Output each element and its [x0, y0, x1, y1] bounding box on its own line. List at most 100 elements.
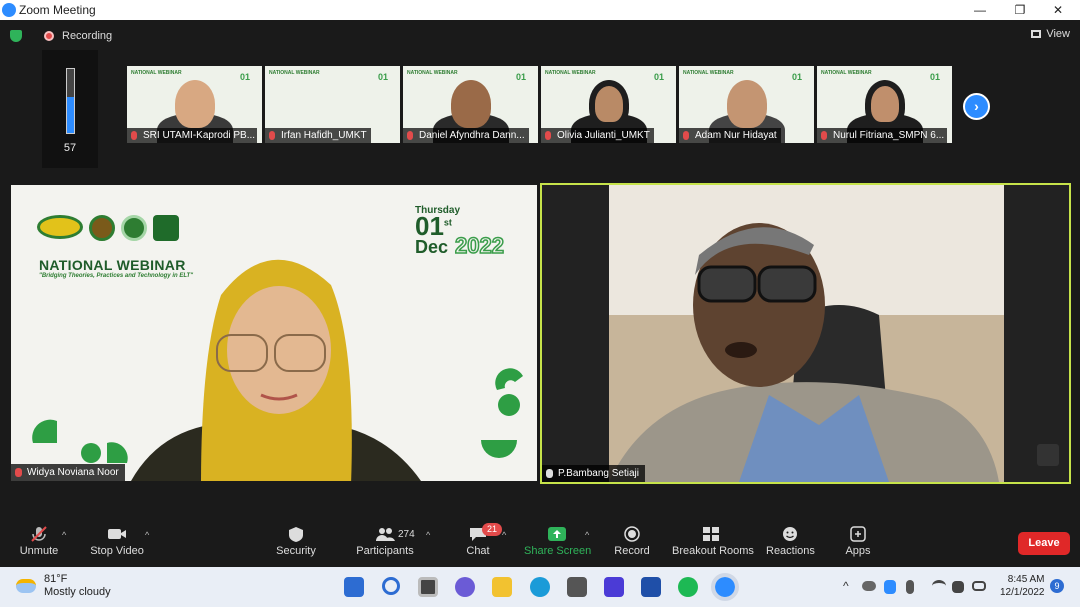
- record-button[interactable]: Record: [612, 526, 652, 557]
- meeting-toolbar: Unmute ^ Stop Video ^ Security Participa…: [0, 520, 1080, 567]
- breakout-rooms-icon: [703, 527, 719, 541]
- recording-label: Recording: [62, 30, 113, 42]
- participants-options-caret[interactable]: ^: [426, 530, 430, 540]
- participant-name: Daniel Afyndhra Dann...: [403, 128, 529, 143]
- apps-button[interactable]: Apps: [838, 526, 878, 557]
- view-label: View: [1046, 28, 1070, 40]
- stop-video-button[interactable]: Stop Video: [88, 526, 146, 557]
- recording-icon: [44, 31, 54, 41]
- apps-icon: [850, 526, 866, 542]
- tray-overflow-chevron[interactable]: ^: [843, 579, 849, 593]
- audio-options-caret[interactable]: ^: [62, 530, 66, 540]
- security-button[interactable]: Security: [272, 526, 320, 557]
- breakout-rooms-label: Breakout Rooms: [672, 545, 754, 557]
- participant-name-tag: P.Bambang Setiaji: [542, 465, 645, 482]
- muted-mic-icon: [545, 131, 551, 140]
- thumbnail-banner-title: NATIONAL WEBINAR: [545, 70, 596, 76]
- video-tile-bambang[interactable]: P.Bambang Setiaji: [540, 183, 1071, 484]
- share-options-caret[interactable]: ^: [585, 530, 589, 540]
- shield-icon: [289, 527, 303, 542]
- participant-thumbnail[interactable]: NATIONAL WEBINAR 01 Adam Nur Hidayat: [679, 66, 814, 143]
- zoom-taskbar-icon[interactable]: [711, 573, 739, 601]
- chat-label: Chat: [466, 545, 490, 557]
- share-screen-button[interactable]: Share Screen: [524, 526, 591, 557]
- reactions-button[interactable]: Reactions: [766, 526, 815, 557]
- thumbnail-banner-title: NATIONAL WEBINAR: [407, 70, 458, 76]
- participant-thumbnail[interactable]: NATIONAL WEBINAR 01 Olivia Julianti_UMKT: [541, 66, 676, 143]
- meeting-status: Recording: [10, 30, 112, 42]
- task-view-icon[interactable]: [418, 577, 438, 597]
- start-menu-icon[interactable]: [344, 577, 364, 597]
- participant-face: [865, 80, 905, 128]
- thumbnail-banner-title: NATIONAL WEBINAR: [683, 70, 734, 76]
- captions-icon[interactable]: [1037, 444, 1059, 466]
- muted-mic-icon: [683, 131, 689, 140]
- video-options-caret[interactable]: ^: [145, 530, 149, 540]
- thumbnail-banner-day: 01: [791, 72, 802, 82]
- leave-button[interactable]: Leave: [1018, 532, 1070, 555]
- breakout-rooms-button[interactable]: Breakout Rooms: [672, 526, 754, 557]
- apps-label: Apps: [845, 545, 871, 557]
- speaker-video: [609, 185, 1004, 482]
- unmute-label: Unmute: [19, 545, 59, 557]
- volume-track: [66, 68, 75, 134]
- muted-mic-icon: [821, 131, 827, 140]
- store-icon[interactable]: [567, 577, 587, 597]
- app-icon[interactable]: [604, 577, 624, 597]
- clock-time: 8:45 AM: [1007, 574, 1045, 585]
- close-button[interactable]: ✕: [1038, 0, 1078, 20]
- speaker-icon[interactable]: [952, 581, 964, 593]
- volume-number: 57: [63, 142, 77, 154]
- participant-face: [727, 80, 767, 128]
- video-tile-widya[interactable]: NATIONAL WEBINAR "Bridging Theories, Pra…: [11, 185, 537, 481]
- word-icon[interactable]: [641, 577, 661, 597]
- minimize-button[interactable]: —: [960, 0, 1000, 20]
- participant-thumbnail[interactable]: NATIONAL WEBINAR 01 SRI UTAMI-Kaprodi PB…: [127, 66, 262, 143]
- encryption-shield-icon[interactable]: [10, 30, 22, 42]
- spotify-icon[interactable]: [678, 577, 698, 597]
- participant-name: Widya Noviana Noor: [27, 467, 119, 478]
- thumbnail-banner-title: NATIONAL WEBINAR: [131, 70, 182, 76]
- record-label: Record: [614, 545, 650, 557]
- speaker-video-graphic: [32, 259, 523, 481]
- notification-badge[interactable]: 9: [1050, 579, 1064, 593]
- system-clock[interactable]: 8:45 AM 12/1/2022: [1000, 573, 1045, 599]
- zoom-logo-icon: [2, 3, 16, 17]
- file-explorer-icon[interactable]: [492, 577, 512, 597]
- thumbnail-banner-title: NATIONAL WEBINAR: [821, 70, 872, 76]
- battery-icon[interactable]: [972, 581, 986, 591]
- weather-widget[interactable]: 81°F Mostly cloudy: [16, 573, 111, 599]
- participant-name: Irfan Hafidh_UMKT: [265, 128, 371, 143]
- participant-count: 274: [398, 529, 415, 540]
- zoom-tray-icon[interactable]: [884, 580, 896, 594]
- volume-level: [67, 96, 74, 133]
- teams-chat-icon[interactable]: [455, 577, 475, 597]
- participant-thumbnail[interactable]: NATIONAL WEBINAR 01 Daniel Afyndhra Dann…: [403, 66, 538, 143]
- clock-date: 12/1/2022: [1000, 587, 1045, 598]
- reactions-label: Reactions: [766, 545, 815, 557]
- participant-thumbnail[interactable]: NATIONAL WEBINAR 01 Nurul Fitriana_SMPN …: [817, 66, 952, 143]
- wifi-icon[interactable]: [932, 580, 946, 592]
- windows-taskbar: 81°F Mostly cloudy ^ 8:45 AM 12/1/2022 9: [0, 567, 1080, 607]
- participant-name: Nurul Fitriana_SMPN 6...: [817, 128, 947, 143]
- next-page-button[interactable]: ›: [963, 93, 990, 120]
- thumbnail-banner-day: 01: [515, 72, 526, 82]
- thumbnail-banner-day: 01: [239, 72, 250, 82]
- participant-face: [451, 80, 491, 128]
- view-button[interactable]: View: [1031, 28, 1070, 40]
- speaker-video-graphic: [609, 185, 1004, 482]
- participant-name: SRI UTAMI-Kaprodi PB...: [127, 128, 257, 143]
- participant-name: Adam Nur Hidayat: [679, 128, 781, 143]
- edge-browser-icon[interactable]: [530, 577, 550, 597]
- record-icon: [624, 526, 640, 542]
- chat-options-caret[interactable]: ^: [502, 530, 506, 540]
- onedrive-icon[interactable]: [862, 581, 876, 591]
- unmute-button[interactable]: Unmute: [14, 526, 64, 557]
- participant-thumbnail[interactable]: NATIONAL WEBINAR 01 Irfan Hafidh_UMKT: [265, 66, 400, 143]
- restore-button[interactable]: ❐: [1000, 0, 1040, 20]
- share-screen-icon: [548, 527, 566, 541]
- thumbnail-banner-day: 01: [377, 72, 388, 82]
- search-icon[interactable]: [382, 577, 400, 595]
- microphone-icon[interactable]: [906, 580, 914, 594]
- participant-name: Olivia Julianti_UMKT: [541, 128, 654, 143]
